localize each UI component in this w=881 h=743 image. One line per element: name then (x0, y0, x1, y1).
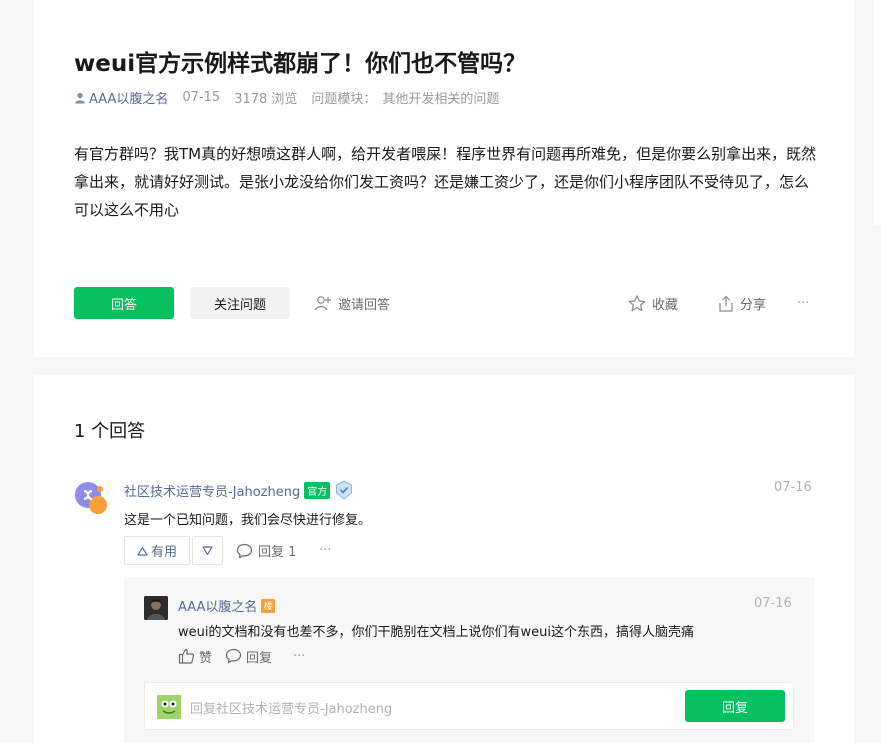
reply-reply-button[interactable]: 回复 (225, 647, 272, 666)
question-title: weui官方示例样式都崩了！你们也不管吗？ (74, 51, 527, 77)
answer-text: 这是一个已知问题，我们会尽快进行修复。 (124, 513, 372, 528)
answer-date: 07-16 (774, 480, 812, 495)
like-button[interactable]: 赞 (178, 647, 212, 666)
replier-name[interactable]: AAA以腹之名 楼 (178, 596, 276, 615)
module-link[interactable]: 其他开发相关的问题 (382, 88, 499, 107)
view-count: 3178 浏览 (234, 92, 298, 107)
collect-label: 收藏 (652, 297, 679, 313)
answerer-name-text: 社区技术运营专员-Jahozheng (124, 484, 301, 500)
share-button[interactable]: 分享 (718, 290, 766, 316)
answer-reply-button[interactable]: 回复 1 (236, 536, 296, 565)
comment-icon (236, 543, 253, 559)
reply-more-button[interactable]: ··· (293, 649, 305, 664)
useful-button[interactable]: 有用 (124, 536, 190, 565)
useful-label: 有用 (150, 545, 177, 560)
reply-input-placeholder[interactable]: 回复社区技术运营专员-Jahozheng (190, 698, 392, 717)
more-button[interactable]: ··· (797, 290, 809, 316)
star-icon (628, 294, 646, 311)
current-user-avatar (157, 695, 181, 719)
reply-date: 07-16 (754, 596, 792, 611)
op-badge: 楼 (261, 598, 276, 613)
official-badge: 官方 (304, 481, 331, 499)
add-user-icon (314, 296, 331, 311)
replier-name-text: AAA以腹之名 (178, 600, 258, 615)
answer-reply-label: 回复 1 (258, 545, 297, 560)
answer-button[interactable]: 回答 (74, 287, 174, 319)
thumbs-up-icon (178, 648, 195, 664)
user-icon (75, 92, 85, 103)
question-date: 07-15 (182, 90, 221, 105)
comment-icon (225, 648, 242, 664)
answer-more-button[interactable]: ··· (319, 536, 331, 565)
module-label: 问题模块： (311, 92, 377, 107)
like-label: 赞 (199, 650, 213, 666)
answer-count: 1 个回答 (74, 421, 146, 442)
invite-label: 邀请回答 (338, 297, 391, 313)
reply-input-box[interactable]: 回复社区技术运营专员-Jahozheng 回复 (144, 682, 794, 730)
author-link[interactable]: AAA以腹之名 (74, 88, 168, 107)
answerer-name[interactable]: 社区技术运营专员-Jahozheng 官方 (124, 480, 354, 500)
right-side-panel-edge (874, 0, 881, 225)
reply-actions: 赞 回复 ··· (178, 646, 305, 666)
collect-button[interactable]: 收藏 (628, 290, 678, 316)
reply-thread: AAA以腹之名 楼 07-16 weui的文档和没有也差不多，你们干脆别在文档上… (124, 577, 814, 743)
share-label: 分享 (740, 297, 767, 313)
answerer-avatar[interactable] (74, 479, 110, 515)
question-content: 有官方群吗？我TM真的好想喷这群人啊，给开发者喂屎！程序世界有问题再所难免，但是… (74, 145, 817, 219)
triangle-down-icon (202, 545, 213, 555)
share-icon (719, 295, 733, 312)
question-meta: AAA以腹之名 07-15 3178 浏览 问题模块： 其他开发相关的问题 (74, 88, 513, 107)
follow-question-button[interactable]: 关注问题 (190, 287, 290, 319)
submit-reply-button[interactable]: 回复 (685, 690, 785, 722)
question-card: weui官方示例样式都崩了！你们也不管吗？ AAA以腹之名 07-15 3178… (34, 0, 854, 357)
author-name: AAA以腹之名 (89, 92, 169, 107)
not-useful-button[interactable] (192, 536, 223, 565)
reply-reply-label: 回复 (246, 650, 273, 666)
answers-card: 1 个回答 社区技术运营专员-Jahozheng 官方 07-16 这是一个已知… (34, 375, 854, 743)
invite-answer-button[interactable]: 邀请回答 (314, 290, 390, 316)
triangle-up-icon (137, 546, 148, 556)
verified-shield-icon (336, 480, 353, 500)
reply-text: weui的文档和没有也差不多，你们干脆别在文档上说你们有weui这个东西，搞得人… (178, 625, 694, 640)
replier-avatar[interactable] (144, 596, 168, 620)
